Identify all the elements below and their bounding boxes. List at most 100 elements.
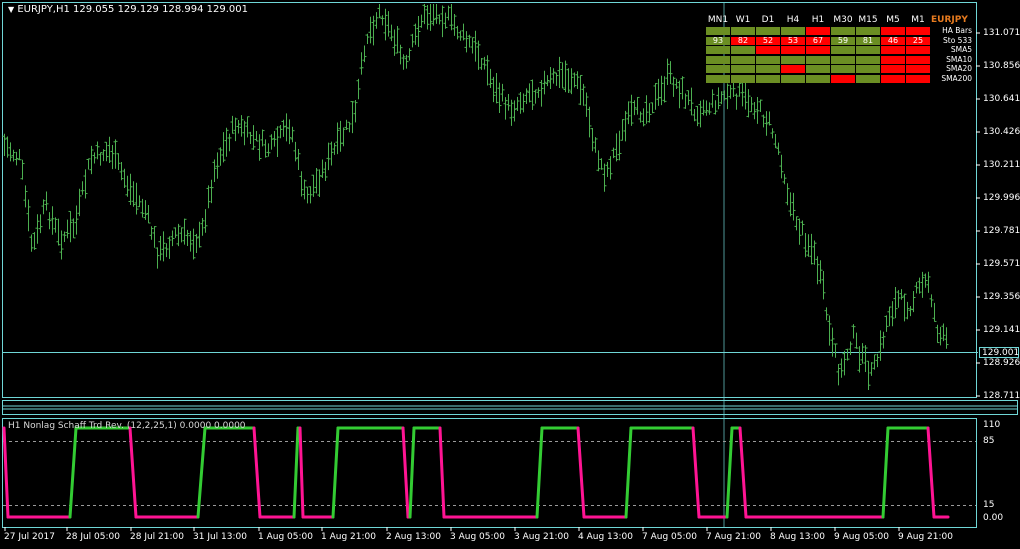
ohlc-bar: [644, 95, 649, 124]
ohlc-bar: [752, 101, 757, 120]
ohlc-bar: [230, 115, 235, 134]
ohlc-bar: [134, 182, 139, 215]
ohlc-bar: [869, 362, 874, 376]
ohlc-bar: [881, 331, 886, 349]
ohlc-bar: [245, 116, 250, 138]
indicator-axis-label: 15: [983, 500, 995, 510]
ohlc-bar: [410, 33, 415, 48]
price-axis-label: 129.571: [983, 259, 1020, 269]
ohlc-bar: [473, 30, 478, 62]
dashboard-cell: [806, 74, 830, 83]
ohlc-bar: [89, 145, 94, 175]
ohlc-bar: [74, 205, 79, 235]
timeframe-header: H1: [811, 15, 825, 25]
price-axis-label: 130.641: [983, 94, 1020, 104]
ohlc-bar: [143, 200, 148, 220]
ohlc-bar: [284, 113, 289, 142]
ohlc-bar: [173, 227, 178, 238]
dashboard-cell: [906, 55, 930, 64]
chart-title-text: EURJPY,H1 129.055 129.129 128.994 129.00…: [17, 4, 248, 15]
ohlc-bar: [746, 89, 751, 118]
ohlc-bar: [401, 54, 406, 70]
ohlc-bar: [575, 71, 580, 89]
dashboard-cell: [881, 55, 905, 64]
dashboard-cell: [706, 74, 730, 83]
ohlc-bar: [509, 99, 514, 126]
time-axis-label: 7 Aug 21:00: [706, 532, 761, 542]
ohlc-bar: [758, 99, 763, 112]
ohlc-bar: [107, 136, 112, 163]
ohlc-bar: [164, 243, 169, 258]
ohlc-bar: [248, 131, 253, 145]
time-axis-label: 4 Aug 13:00: [578, 532, 633, 542]
ohlc-bar: [266, 143, 271, 157]
price-axis-label: 130.211: [983, 160, 1020, 170]
ohlc-bar: [383, 8, 388, 41]
ohlc-bar: [944, 327, 949, 349]
ohlc-bar: [704, 100, 709, 116]
ohlc-bar: [167, 236, 172, 259]
ohlc-bar: [584, 92, 589, 117]
ohlc-bar: [437, 14, 442, 25]
current-price-tag: 129.001: [979, 347, 1019, 358]
ohlc-bar: [884, 315, 889, 332]
ohlc-bar: [554, 72, 559, 86]
ohlc-bar: [116, 153, 121, 170]
dashboard-cell: [781, 46, 805, 54]
ohlc-bar: [428, 4, 433, 31]
ohlc-bar: [488, 68, 493, 89]
dashboard-cell: [856, 65, 880, 73]
timeframe-header: MN1: [707, 15, 729, 25]
dashboard-cell: [731, 27, 755, 35]
indicator-title: H1 Nonlag Schaff Trd Rev. (12,2,25,1) 0.…: [8, 421, 246, 431]
dashboard-cell: 93: [706, 36, 730, 45]
dashboard-cell: 82: [731, 36, 755, 45]
ohlc-bar: [200, 217, 205, 236]
ohlc-bar: [761, 114, 766, 128]
ohlc-bar: [680, 76, 685, 100]
dashboard-cell: [706, 65, 730, 73]
ohlc-bar: [596, 150, 601, 172]
ohlc-bar: [416, 15, 421, 47]
ohlc-bar: [851, 324, 856, 339]
ohlc-bar: [500, 83, 505, 102]
ohlc-bar: [20, 159, 25, 180]
dashboard-row-label: SMA10: [946, 54, 972, 64]
schaff-indicator-line: [2, 426, 950, 519]
time-axis-label: 1 Aug 21:00: [321, 532, 376, 542]
ohlc-bar: [215, 152, 220, 179]
ohlc-bar: [800, 220, 805, 236]
dashboard-cell: 46: [881, 36, 905, 45]
time-axis-label: 1 Aug 05:00: [258, 532, 313, 542]
ohlc-bar: [128, 173, 133, 206]
ohlc-bar: [152, 226, 157, 248]
ohlc-bar: [332, 142, 337, 155]
time-axis-label: 9 Aug 05:00: [834, 532, 889, 542]
dashboard-cell: [706, 55, 730, 64]
ohlc-bar: [776, 142, 781, 155]
ohlc-bar: [68, 210, 73, 243]
ohlc-bar: [254, 130, 259, 142]
ohlc-bar: [593, 137, 598, 153]
ohlc-bar: [854, 332, 859, 349]
ohlc-bar: [671, 76, 676, 97]
ohlc-bar: [686, 90, 691, 106]
ohlc-bar: [371, 15, 376, 46]
ohlc-bar: [821, 271, 826, 300]
ohlc-bar: [197, 221, 202, 248]
ohlc-bar: [353, 99, 358, 123]
ohlc-bar: [281, 119, 286, 137]
ohlc-bar: [377, 4, 382, 19]
ohlc-bar: [395, 25, 400, 54]
ohlc-bar: [662, 76, 667, 103]
ohlc-bar: [350, 101, 355, 134]
ohlc-bar: [182, 218, 187, 245]
dashboard-cell: [806, 27, 830, 35]
ohlc-bar: [620, 119, 625, 141]
time-axis-label: 2 Aug 13:00: [386, 532, 441, 542]
ohlc-bar: [923, 273, 928, 288]
collapse-triangle-icon[interactable]: ▼: [8, 5, 14, 14]
ohlc-bar: [41, 199, 46, 215]
ohlc-bar: [233, 117, 238, 142]
ohlc-bar: [695, 105, 700, 127]
